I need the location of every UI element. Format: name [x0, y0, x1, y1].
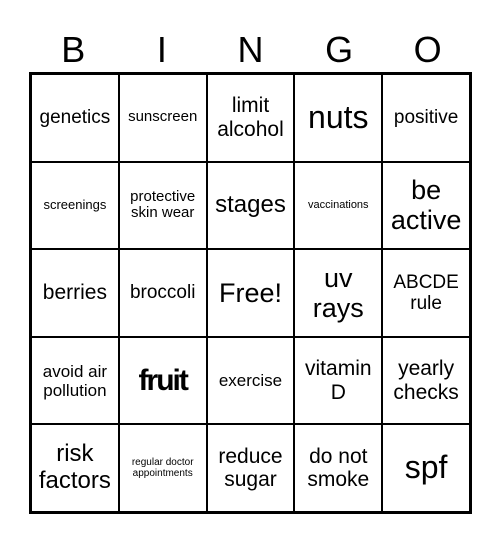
bingo-cell[interactable]: do not smoke [294, 424, 383, 512]
bingo-cell[interactable]: risk factors [31, 424, 119, 512]
bingo-header: B I N G O [29, 30, 472, 70]
header-letter-g: G [325, 29, 354, 70]
bingo-cell[interactable]: reduce sugar [206, 424, 295, 512]
bingo-cell[interactable]: limit alcohol [206, 74, 295, 162]
bingo-cell[interactable]: vitamin D [294, 336, 383, 425]
bingo-cell[interactable]: berries [31, 249, 119, 337]
bingo-cell[interactable]: nuts [294, 74, 383, 162]
bingo-cell[interactable]: genetics [31, 74, 119, 162]
bingo-cell[interactable]: protective skin wear [118, 161, 207, 250]
header-letter-i: I [156, 29, 167, 70]
bingo-cell[interactable]: broccoli [118, 249, 207, 337]
header-letter-n: N [237, 29, 264, 70]
bingo-cell[interactable]: screenings [31, 161, 119, 250]
bingo-cell[interactable]: positive [382, 74, 470, 162]
bingo-cell[interactable]: fruit [118, 336, 207, 425]
bingo-grid: genetics sunscreen limit alcohol nuts po… [29, 72, 472, 514]
bingo-cell[interactable]: yearly checks [382, 336, 470, 425]
bingo-cell[interactable]: spf [382, 424, 470, 512]
bingo-cell[interactable]: be active [382, 161, 470, 250]
header-letter-b: B [61, 29, 86, 70]
bingo-cell[interactable]: ABCDE rule [382, 249, 470, 337]
bingo-cell[interactable]: exercise [206, 336, 295, 425]
bingo-cell[interactable]: sunscreen [118, 74, 207, 162]
bingo-cell[interactable]: uv rays [294, 249, 383, 337]
header-letter-o: O [413, 29, 442, 70]
bingo-cell[interactable]: regular doctor appointments [118, 424, 207, 512]
bingo-cell[interactable]: avoid air pollution [31, 336, 119, 425]
bingo-cell-free[interactable]: Free! [206, 249, 295, 337]
bingo-cell[interactable]: stages [206, 161, 295, 250]
bingo-cell[interactable]: vaccinations [294, 161, 383, 250]
